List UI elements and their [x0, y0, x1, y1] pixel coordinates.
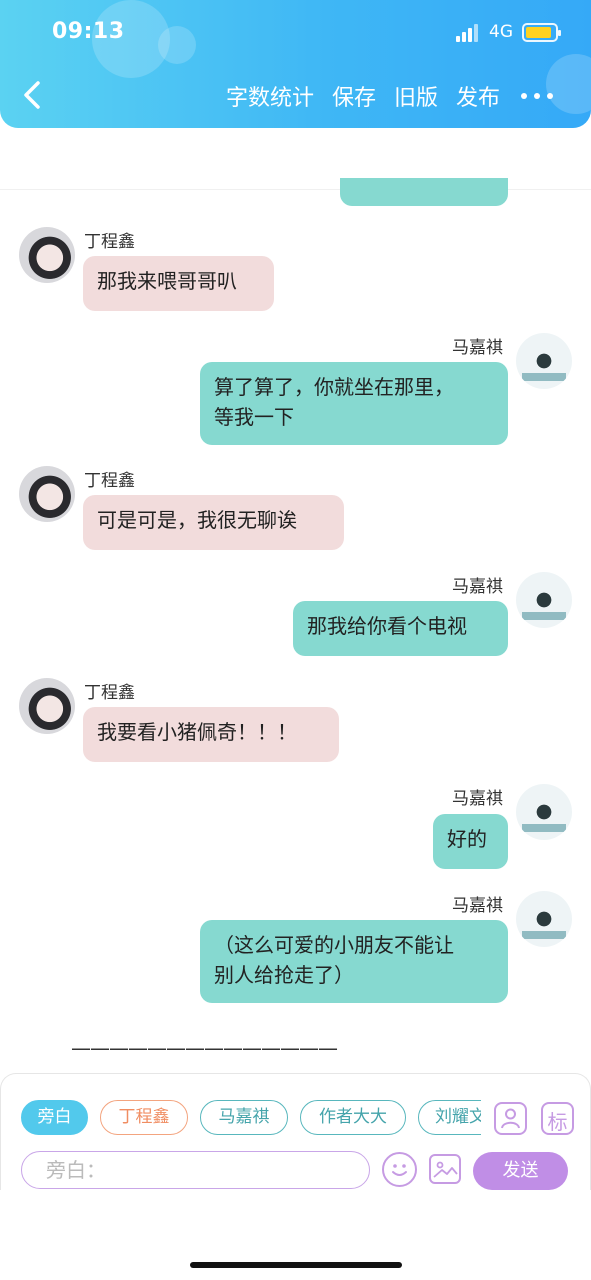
message-bubble[interactable]: 我要看小猪佩奇！！！ — [83, 707, 339, 762]
message-bubble[interactable]: 可是可是，我很无聊诶 — [83, 495, 344, 550]
battery-icon — [522, 23, 561, 42]
message-input[interactable]: 旁白： — [21, 1151, 370, 1189]
user-card-icon[interactable] — [494, 1102, 527, 1135]
word-count-button[interactable]: 字数统计 — [226, 80, 314, 112]
old-version-button[interactable]: 旧版 — [394, 80, 438, 112]
smile-icon — [392, 1164, 407, 1176]
signal-icon — [456, 24, 482, 42]
message-text: （这么可爱的小朋友不能让 — [214, 933, 454, 957]
network-type: 4G — [489, 22, 513, 42]
role-chip-ding[interactable]: 丁程鑫 — [100, 1100, 188, 1135]
message-bubble[interactable]: （这么可爱的小朋友不能让 别人给抢走了） — [200, 920, 508, 1003]
message-text: 别人给抢走了） — [214, 963, 354, 987]
emoji-icon[interactable] — [382, 1152, 417, 1187]
role-chip-liu[interactable]: 刘耀文 — [418, 1100, 481, 1135]
role-chip-ma[interactable]: 马嘉祺 — [200, 1100, 288, 1135]
publish-button[interactable]: 发布 — [456, 80, 500, 112]
message-text: 我要看小猪佩奇！！！ — [97, 720, 297, 744]
message-bubble-partial — [340, 178, 508, 206]
save-button[interactable]: 保存 — [332, 80, 376, 112]
role-chip-narration[interactable]: 旁白 — [21, 1100, 88, 1135]
message-text: 等我一下 — [214, 405, 294, 429]
sender-name: 马嘉祺 — [452, 896, 503, 916]
message-text: 好的 — [447, 827, 487, 851]
chevron-left-icon — [24, 81, 40, 109]
header: 09:13 4G 字数统计 保存 旧版 发布 — [0, 0, 591, 128]
role-chip-author[interactable]: 作者大大 — [300, 1100, 406, 1135]
message-bubble[interactable]: 算了算了，你就坐在那里， 等我一下 — [200, 362, 508, 445]
home-indicator[interactable] — [190, 1262, 402, 1268]
back-button[interactable] — [20, 80, 46, 110]
sender-name: 丁程鑫 — [84, 232, 135, 252]
chat-area[interactable]: 丁程鑫 那我来喂哥哥叭 马嘉祺 算了算了，你就坐在那里， 等我一下 丁程鑫 可是… — [0, 128, 591, 1073]
message-bubble[interactable]: 那我来喂哥哥叭 — [83, 256, 274, 311]
avatar[interactable] — [19, 227, 75, 283]
message-bubble[interactable]: 好的 — [433, 814, 508, 869]
send-button[interactable]: 发送 — [473, 1152, 568, 1190]
status-bar: 09:13 4G — [0, 0, 591, 64]
message-text: 算了算了，你就坐在那里， — [214, 375, 454, 399]
input-panel: 旁白 丁程鑫 马嘉祺 作者大大 刘耀文 标 旁白： 发送 — [0, 1073, 591, 1190]
sender-name: 马嘉祺 — [452, 338, 503, 358]
avatar[interactable] — [516, 784, 572, 840]
screen: 09:13 4G 字数统计 保存 旧版 发布 丁程鑫 那我来喂哥哥叭 马嘉祺 算… — [0, 0, 591, 1280]
message-text: 可是可是，我很无聊诶 — [97, 508, 297, 532]
status-time: 09:13 — [52, 19, 125, 44]
avatar[interactable] — [516, 572, 572, 628]
sender-name: 丁程鑫 — [84, 471, 135, 491]
picture-icon — [433, 1161, 458, 1178]
sender-name: 马嘉祺 — [452, 577, 503, 597]
separator-line: —————————————— — [71, 1036, 338, 1060]
image-icon[interactable] — [429, 1154, 461, 1184]
toolbar: 字数统计 保存 旧版 发布 — [226, 80, 500, 112]
tag-label: 标 — [547, 1110, 568, 1134]
role-selector[interactable]: 旁白 丁程鑫 马嘉祺 作者大大 刘耀文 — [1, 1096, 481, 1136]
avatar[interactable] — [19, 466, 75, 522]
message-text: 那我来喂哥哥叭 — [97, 269, 237, 293]
avatar[interactable] — [516, 333, 572, 389]
more-icon[interactable] — [519, 86, 555, 106]
tag-icon[interactable]: 标 — [541, 1102, 574, 1135]
message-bubble[interactable]: 那我给你看个电视 — [293, 601, 508, 656]
sender-name: 马嘉祺 — [452, 789, 503, 809]
sender-name: 丁程鑫 — [84, 683, 135, 703]
person-icon — [501, 1108, 520, 1129]
avatar[interactable] — [19, 678, 75, 734]
message-text: 那我给你看个电视 — [307, 614, 467, 638]
avatar[interactable] — [516, 891, 572, 947]
